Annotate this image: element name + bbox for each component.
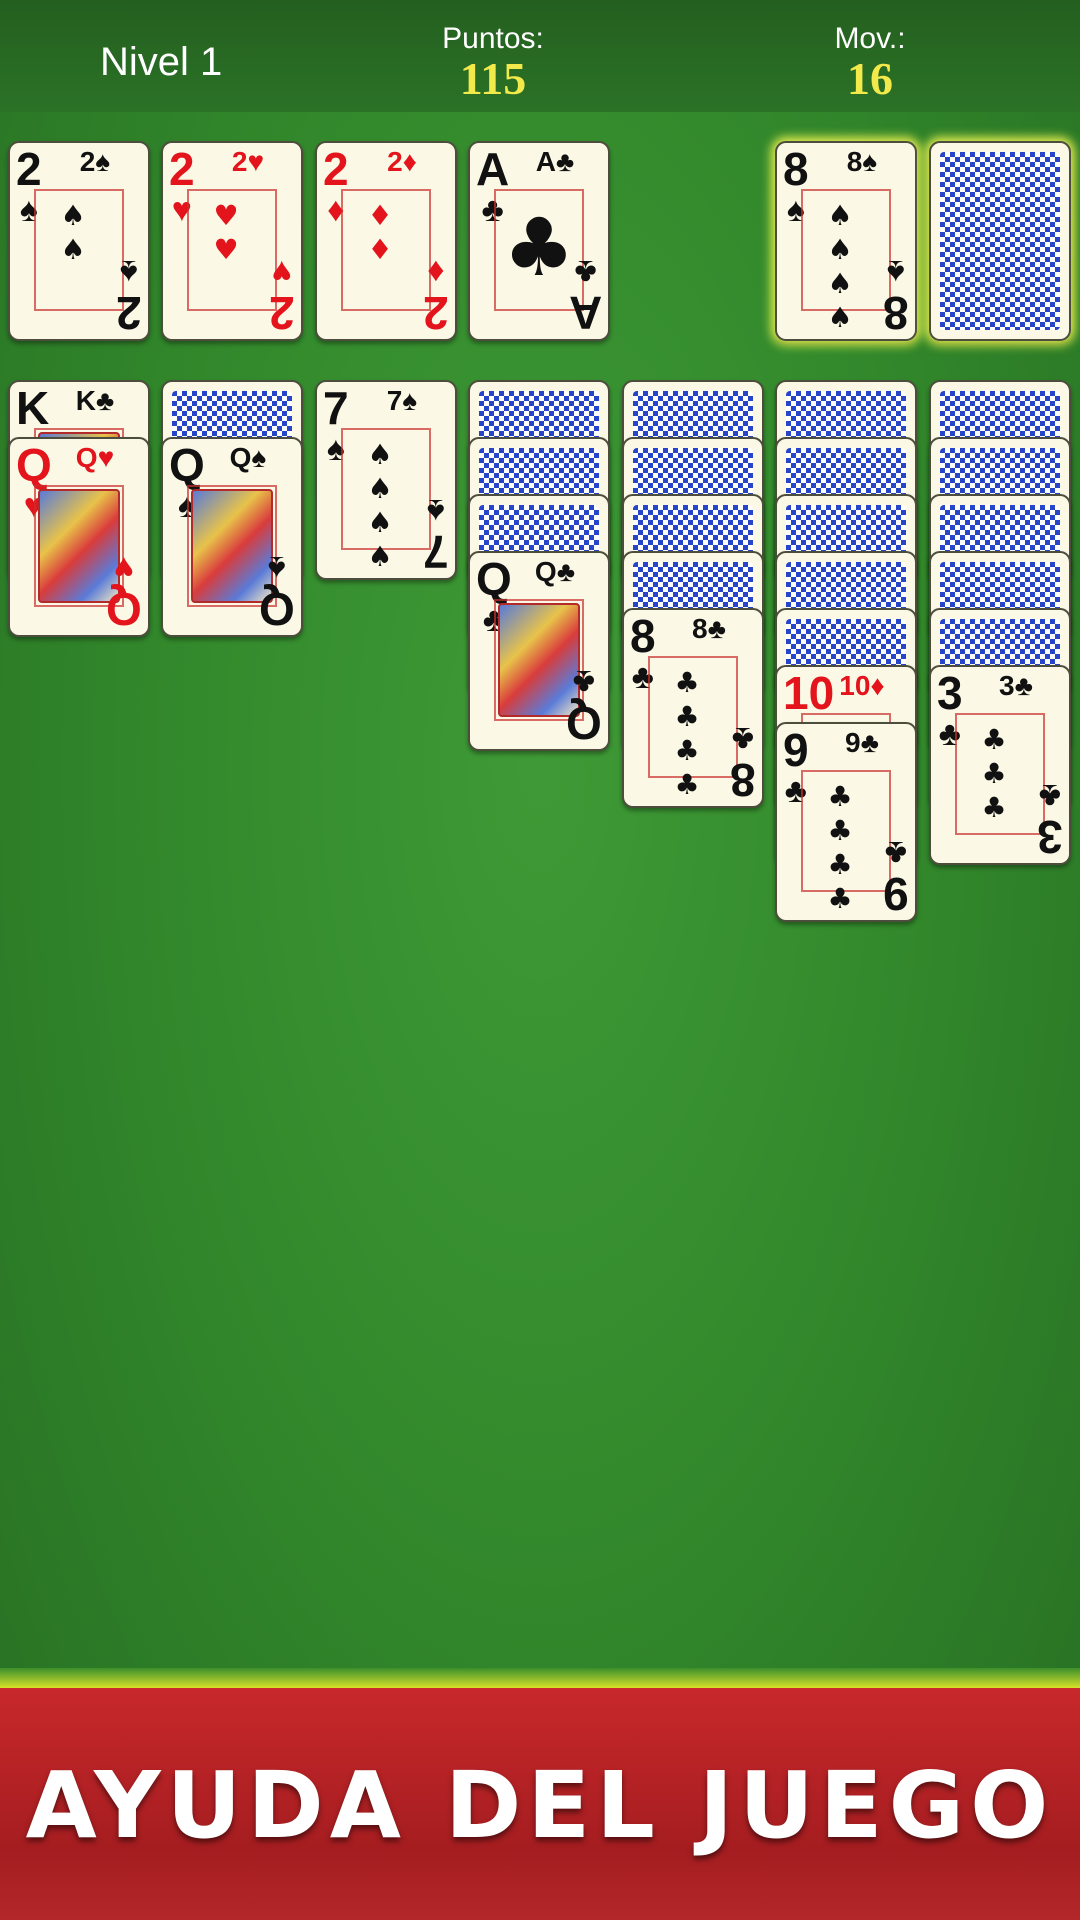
card-rank: 8	[630, 610, 656, 662]
card-corner-bottom: 2 ♠	[116, 253, 142, 339]
card-corner-bottom: 3 ♣	[1037, 777, 1063, 863]
card-corner-bottom: 2 ♥	[269, 253, 295, 339]
card-rank: Q	[16, 439, 52, 491]
card-rank: 2	[169, 143, 195, 195]
card-pips: ♣ ♣ ♣ ♣ ♣ ♣ ♣ ♣ ♣	[827, 780, 865, 920]
score-box: Puntos: 115	[393, 22, 593, 102]
card-index-top: 8♠	[846, 146, 878, 177]
tableau-card[interactable]: Q ♣ Q♣ Q ♣	[468, 551, 610, 751]
moves-label: Mov.:	[834, 22, 906, 55]
card-index-top: K♣	[75, 385, 115, 416]
tableau-card[interactable]: 8♣8♣♣ ♣ ♣ ♣ ♣ ♣ ♣ ♣8♣	[622, 608, 764, 808]
score-label: Puntos:	[442, 22, 544, 55]
card-rank: 2	[323, 143, 349, 195]
level-label: Nivel 1	[100, 40, 223, 84]
card-pips: ♠ ♠ ♠ ♠ ♠ ♠ ♠	[367, 438, 405, 578]
help-banner-title[interactable]: AYUDA DEL JUEGO	[0, 1752, 1080, 1859]
foundation-pile-2[interactable]: 2 ♥ 2♥ ♥ ♥ 2 ♥	[161, 141, 303, 341]
card-corner-bottom: Q ♠	[259, 549, 295, 635]
card-index-top: 8♣	[692, 613, 726, 644]
card-corner-bottom: Q ♥	[106, 549, 142, 635]
tableau-card[interactable]: Q ♥ Q♥ Q ♥	[8, 437, 150, 637]
footer-divider	[0, 1668, 1080, 1690]
card-pips: ♠ ♠	[60, 199, 98, 266]
card-index-top: 3♣	[999, 670, 1033, 701]
card-index-top: Q♣	[534, 556, 576, 587]
waste-pile[interactable]: 8♠8♠♠ ♠ ♠ ♠ ♠ ♠ ♠ ♠8♠	[775, 141, 917, 341]
card-rank: Q	[169, 439, 205, 491]
card-index-top: 2♦	[387, 146, 417, 177]
card-corner-bottom: A ♣	[568, 253, 602, 339]
foundation-pile-1[interactable]: 2 ♠ 2♠ ♠ ♠ 2 ♠	[8, 141, 150, 341]
card-corner-bottom: 9 ♣	[883, 834, 909, 920]
card-rank: 7	[323, 382, 349, 434]
card-rank: A	[476, 143, 510, 195]
card-index-top: 9♣	[845, 727, 879, 758]
foundation-pile-3[interactable]: 2 ♦ 2♦ ♦ ♦ 2 ♦	[315, 141, 457, 341]
moves-box: Mov.: 16	[770, 22, 970, 102]
card-index-top: Q♥	[75, 442, 115, 473]
card-corner-bottom: 2 ♦	[423, 253, 449, 339]
score-value: 115	[459, 53, 527, 104]
card-pips: ♣ ♣ ♣ ♣ ♣ ♣ ♣ ♣	[674, 666, 712, 806]
top-bar: Nivel 1 Puntos: 115 Mov.: 16	[0, 0, 1080, 112]
card-index-top: 7♠	[386, 385, 418, 416]
card-index-top: A♣	[535, 146, 575, 177]
card-index-top: 2♠	[79, 146, 111, 177]
card-corner-bottom: 8 ♣	[730, 720, 756, 806]
card-rank: 9	[783, 724, 809, 776]
stock-pile[interactable]	[929, 141, 1071, 341]
tableau-card[interactable]: Q ♠ Q♠ Q ♠	[161, 437, 303, 637]
card-rank: 2	[16, 143, 42, 195]
card-corner-bottom: 8 ♠	[883, 253, 909, 339]
card-pips: ♦ ♦	[367, 199, 405, 266]
card-back-pattern	[940, 152, 1060, 330]
card-index-top: Q♠	[229, 442, 267, 473]
card-corner-bottom: 7 ♠	[423, 492, 449, 578]
card-rank: 3	[937, 667, 963, 719]
card-pips: ♠ ♠ ♠ ♠ ♠ ♠ ♠ ♠	[827, 199, 865, 339]
card-rank: K	[16, 382, 50, 434]
tableau-card[interactable]: 9♣9♣♣ ♣ ♣ ♣ ♣ ♣ ♣ ♣ ♣9♣	[775, 722, 917, 922]
moves-value: 16	[847, 53, 893, 104]
card-index-top: 2♥	[231, 146, 265, 177]
card-pips: ♥ ♥	[213, 199, 251, 266]
card-corner-bottom: Q ♣	[566, 663, 602, 749]
card-pips: ♣ ♣ ♣	[981, 723, 1019, 824]
card-rank: 8	[783, 143, 809, 195]
card-index-top: 10♦	[839, 670, 885, 701]
foundation-pile-4[interactable]: A ♣ A♣ ♣ A ♣	[468, 141, 610, 341]
tableau-card[interactable]: 3 ♣ 3♣ ♣ ♣ ♣ 3 ♣	[929, 665, 1071, 865]
card-rank: Q	[476, 553, 512, 605]
tableau-card[interactable]: 7♠7♠♠ ♠ ♠ ♠ ♠ ♠ ♠7♠	[315, 380, 457, 580]
